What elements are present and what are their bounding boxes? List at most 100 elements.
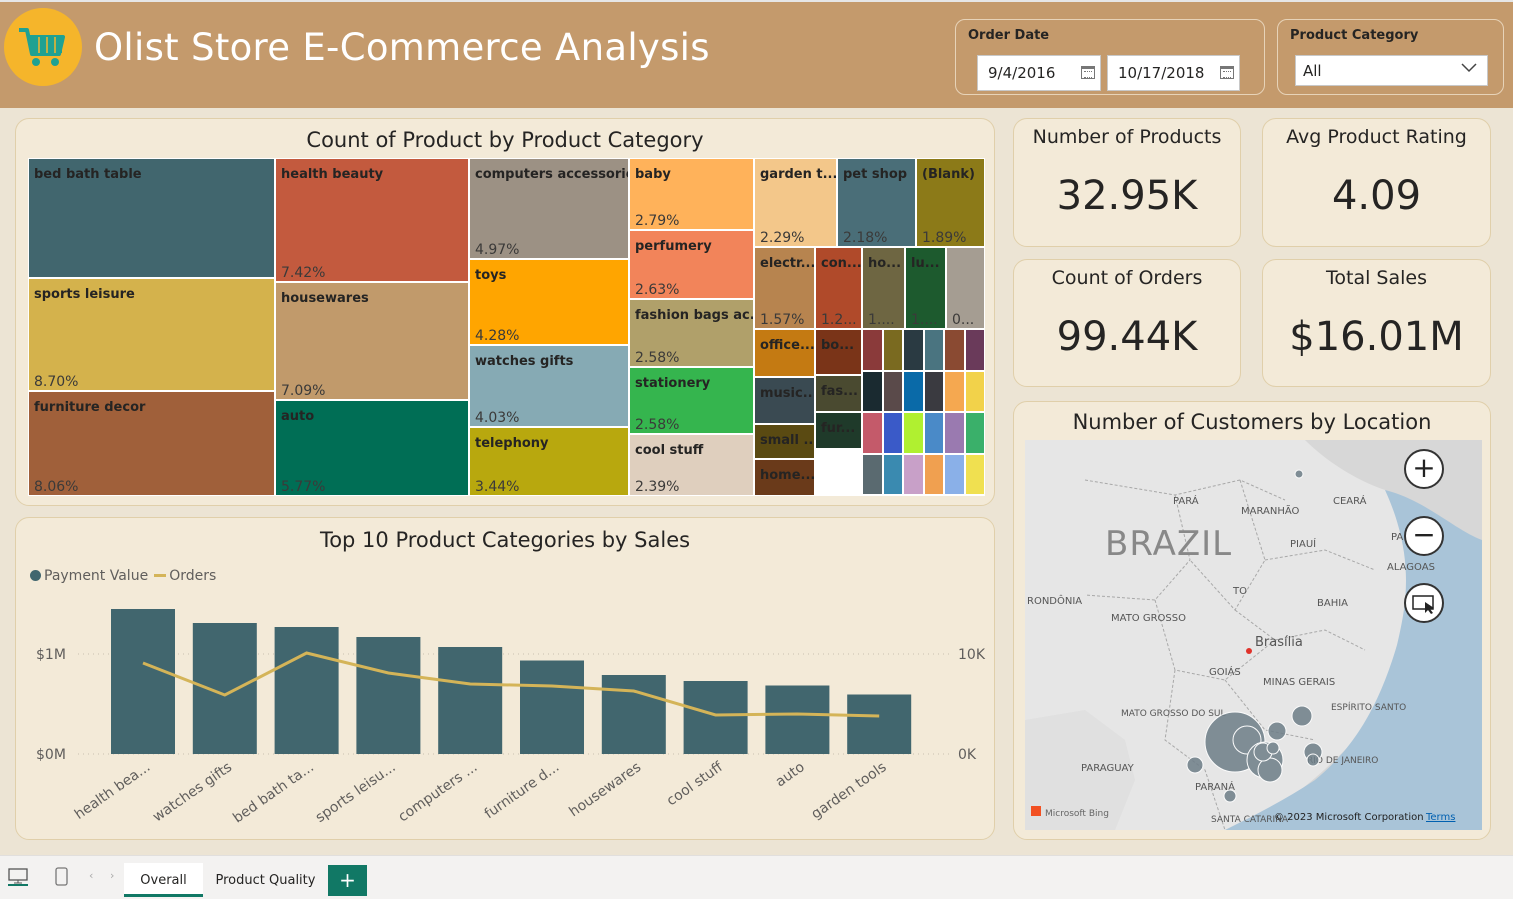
treemap-tile[interactable]: computers accessories 4.97% (469, 158, 629, 259)
calendar-icon[interactable] (1081, 66, 1095, 79)
customer-bubble[interactable] (1266, 741, 1280, 755)
bar[interactable] (520, 660, 584, 755)
treemap-tile[interactable]: watches gifts 4.03% (469, 345, 629, 427)
customer-bubble[interactable] (1257, 757, 1283, 783)
treemap-tile[interactable]: telephony 3.44% (469, 427, 629, 496)
treemap-tile[interactable] (882, 412, 903, 454)
tab-product-quality[interactable]: Product Quality (207, 863, 324, 897)
select-button[interactable] (1404, 583, 1444, 623)
bar[interactable] (111, 609, 175, 754)
bar[interactable] (438, 647, 503, 754)
customer-bubble[interactable] (1223, 789, 1237, 803)
treemap-tile[interactable]: toys 4.28% (469, 259, 629, 345)
treemap-tile[interactable] (903, 370, 924, 412)
bar[interactable] (683, 681, 748, 754)
customer-bubble[interactable] (1186, 756, 1204, 774)
treemap-tile[interactable]: ho... 1.... (862, 247, 905, 329)
treemap-tile[interactable]: bo... (815, 329, 862, 375)
tile-label: music... (760, 386, 815, 401)
treemap-tile[interactable]: 0... (946, 247, 985, 329)
bar[interactable] (192, 623, 257, 754)
bar[interactable] (356, 637, 421, 754)
treemap-tile[interactable]: home... (754, 459, 815, 496)
treemap[interactable]: bed bath table sports leisure 8.70% furnitu… (28, 158, 985, 496)
treemap-tile[interactable] (882, 453, 903, 495)
treemap-tile[interactable] (964, 453, 985, 495)
treemap-tile[interactable] (923, 370, 944, 412)
treemap-tile[interactable] (903, 412, 924, 454)
bar[interactable] (765, 685, 830, 755)
treemap-tile[interactable]: lu... 1.... (905, 247, 946, 329)
treemap-tile[interactable]: (Blank) 1.89% (916, 158, 985, 247)
product-category-label: Product Category (1290, 28, 1419, 43)
bar[interactable] (274, 627, 339, 754)
treemap-tile[interactable]: stationery 2.58% (629, 367, 754, 434)
treemap-tile[interactable] (862, 329, 883, 371)
map[interactable]: BRAZIL PARÁ MARANHÃO CEARÁ PIAUÍ PA ALAG… (1025, 440, 1482, 830)
date-from-input[interactable]: 9/4/2016 (977, 55, 1101, 91)
treemap-tile[interactable]: bed bath table (28, 158, 275, 278)
order-date-slicer[interactable]: Order Date 9/4/2016 10/17/2018 (955, 19, 1265, 95)
treemap-tile[interactable] (862, 412, 883, 454)
tab-overall[interactable]: Overall (124, 863, 203, 897)
bar-chart[interactable]: $1M $0M 10K 0K health bea...watches gift… (16, 518, 996, 841)
x-tick-label: sports leisu... (313, 759, 399, 826)
treemap-tile[interactable]: con... 1.2... (815, 247, 862, 329)
treemap-tile[interactable] (964, 329, 985, 371)
treemap-tile[interactable]: small ... (754, 424, 815, 459)
treemap-tile[interactable]: sports leisure 8.70% (28, 278, 275, 391)
treemap-tile[interactable] (923, 329, 944, 371)
zoom-in-button[interactable]: + (1404, 449, 1444, 489)
tile-label: watches gifts (475, 354, 574, 369)
treemap-tile[interactable]: housewares 7.09% (275, 282, 469, 400)
chevron-left-icon[interactable]: ‹ (89, 869, 93, 882)
treemap-tile[interactable]: fas... (815, 375, 862, 412)
treemap-tile[interactable]: fashion bags ac... 2.58% (629, 299, 754, 367)
treemap-tile[interactable] (944, 412, 965, 454)
desktop-view-icon[interactable] (8, 868, 28, 890)
tile-percent: 2.58% (635, 350, 680, 366)
product-category-value: All (1303, 62, 1322, 80)
treemap-tile[interactable]: baby 2.79% (629, 158, 754, 230)
zoom-out-button[interactable]: − (1404, 516, 1444, 556)
treemap-tile[interactable] (862, 453, 883, 495)
treemap-tile[interactable] (944, 370, 965, 412)
treemap-tile[interactable]: fur... (815, 412, 862, 449)
treemap-tile[interactable] (923, 453, 944, 495)
treemap-tile[interactable] (903, 453, 924, 495)
treemap-tile[interactable]: pet shop 2.18% (837, 158, 916, 247)
kpi-value: 99.44K (1056, 314, 1198, 360)
customer-bubble[interactable] (1294, 469, 1304, 479)
calendar-icon[interactable] (1220, 66, 1234, 79)
treemap-tile[interactable] (882, 370, 903, 412)
treemap-tile[interactable] (903, 329, 924, 371)
product-category-slicer[interactable]: Product Category All (1277, 19, 1504, 95)
treemap-tile[interactable]: electr... 1.57% (754, 247, 815, 329)
treemap-tile[interactable]: auto 5.77% (275, 400, 469, 496)
treemap-tile[interactable] (882, 329, 903, 371)
terms-link[interactable]: Terms (1425, 812, 1455, 823)
customer-bubble[interactable] (1306, 753, 1320, 767)
treemap-tile[interactable]: garden t... 2.29% (754, 158, 837, 247)
bar[interactable] (847, 694, 912, 755)
treemap-tile[interactable]: cool stuff 2.39% (629, 434, 754, 496)
treemap-tile[interactable] (862, 370, 883, 412)
add-page-button[interactable]: + (328, 865, 367, 896)
treemap-tile[interactable]: perfumery 2.63% (629, 230, 754, 299)
treemap-tile[interactable] (944, 329, 965, 371)
bar[interactable] (601, 675, 666, 754)
treemap-tile[interactable]: music... (754, 377, 815, 424)
mobile-view-icon[interactable] (55, 867, 69, 891)
treemap-tile[interactable] (964, 370, 985, 412)
customer-bubble[interactable] (1267, 721, 1287, 741)
treemap-tile[interactable]: office... (754, 329, 815, 377)
date-to-input[interactable]: 10/17/2018 (1107, 55, 1240, 91)
treemap-tile[interactable] (964, 412, 985, 454)
chevron-right-icon[interactable]: › (110, 869, 114, 882)
treemap-tile[interactable]: health beauty 7.42% (275, 158, 469, 282)
product-category-dropdown[interactable]: All (1295, 55, 1488, 86)
treemap-tile[interactable] (944, 453, 965, 495)
treemap-tile[interactable]: furniture decor 8.06% (28, 391, 275, 496)
treemap-tile[interactable] (923, 412, 944, 454)
customer-bubble[interactable] (1291, 705, 1313, 727)
